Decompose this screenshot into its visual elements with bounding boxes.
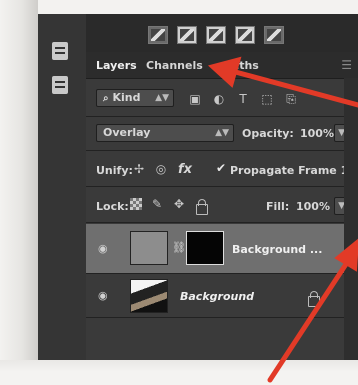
unify-style-icon[interactable]: fx xyxy=(178,162,192,177)
photo-frame-bottom xyxy=(0,360,358,385)
eye-icon[interactable]: ◉ xyxy=(98,243,112,254)
tool-icon-3[interactable] xyxy=(206,26,226,44)
kind-label: Kind xyxy=(112,91,141,104)
panel-icon[interactable] xyxy=(52,42,68,60)
layer-thumbnail xyxy=(130,231,168,265)
chevron-icon: ▲▼ xyxy=(215,128,229,138)
lock-all-icon[interactable] xyxy=(196,199,208,215)
divider xyxy=(86,222,358,223)
blend-mode-value: Overlay xyxy=(103,126,151,139)
lock-icon xyxy=(308,291,320,307)
propagate-checkbox[interactable]: ✔ xyxy=(216,162,226,174)
fill-label: Fill: xyxy=(266,200,290,213)
layer-thumbnail xyxy=(130,279,168,313)
layer-row[interactable]: ◉ Background xyxy=(86,274,358,318)
eye-icon[interactable]: ◉ xyxy=(98,290,112,301)
search-icon: ⌕ xyxy=(103,93,109,104)
adjustment-filter-icon[interactable]: ◐ xyxy=(212,92,226,106)
photo-frame-left xyxy=(0,0,38,385)
lock-transparency-icon[interactable] xyxy=(130,198,142,210)
divider xyxy=(86,116,358,117)
side-icon-strip xyxy=(38,14,87,360)
lock-label: Lock: xyxy=(96,200,129,213)
opacity-value[interactable]: 100% xyxy=(300,127,334,140)
unify-visibility-icon[interactable]: ◎ xyxy=(154,162,168,176)
panel-menu-icon[interactable]: ☰ xyxy=(341,58,352,72)
layer-name: Background xyxy=(180,290,255,303)
brush-icon[interactable]: ✎ xyxy=(150,197,164,211)
scrollbar[interactable] xyxy=(344,78,358,360)
image-filter-icon[interactable]: ▣ xyxy=(188,92,202,106)
tool-icon-1[interactable] xyxy=(148,26,168,44)
tab-paths[interactable]: Paths xyxy=(224,59,259,72)
screenshot-stage: Layers Channels Paths ☰ ⌕ Kind ▲▼ ▣ ◐ T … xyxy=(0,0,358,385)
tool-icon-5[interactable] xyxy=(264,26,284,44)
tool-icon-4[interactable] xyxy=(235,26,255,44)
unify-position-icon[interactable]: ✢ xyxy=(132,162,146,176)
layer-mask-thumbnail xyxy=(186,231,224,265)
divider xyxy=(86,150,358,151)
move-icon[interactable]: ✥ xyxy=(172,197,186,211)
panel-tab-bar: Layers Channels Paths ☰ xyxy=(86,52,358,79)
photo-frame-top xyxy=(0,0,358,14)
notes-icon[interactable] xyxy=(52,76,68,94)
smart-filter-icon[interactable]: ⎘ xyxy=(284,92,298,106)
tab-channels[interactable]: Channels xyxy=(146,59,203,72)
type-filter-icon[interactable]: T xyxy=(236,92,250,106)
link-icon[interactable]: ⛓ xyxy=(172,241,186,254)
tool-icon-2[interactable] xyxy=(177,26,197,44)
opacity-label: Opacity: xyxy=(242,127,294,140)
fill-value[interactable]: 100% xyxy=(296,200,330,213)
layer-name: Background ... xyxy=(232,243,323,256)
shape-filter-icon[interactable]: ⬚ xyxy=(260,92,274,106)
kind-filter-select[interactable]: ⌕ Kind ▲▼ xyxy=(96,89,174,107)
unify-label: Unify: xyxy=(96,164,133,177)
chevron-icon: ▲▼ xyxy=(155,93,169,103)
divider xyxy=(86,186,358,187)
layer-row[interactable]: ◉ ⛓ Background ... xyxy=(86,224,358,274)
propagate-label: Propagate Frame 1 xyxy=(230,164,349,177)
blend-mode-select[interactable]: Overlay ▲▼ xyxy=(96,124,234,142)
layers-panel: Layers Channels Paths ☰ ⌕ Kind ▲▼ ▣ ◐ T … xyxy=(86,52,358,360)
top-toolbar xyxy=(86,14,358,53)
tab-layers[interactable]: Layers xyxy=(96,59,137,72)
